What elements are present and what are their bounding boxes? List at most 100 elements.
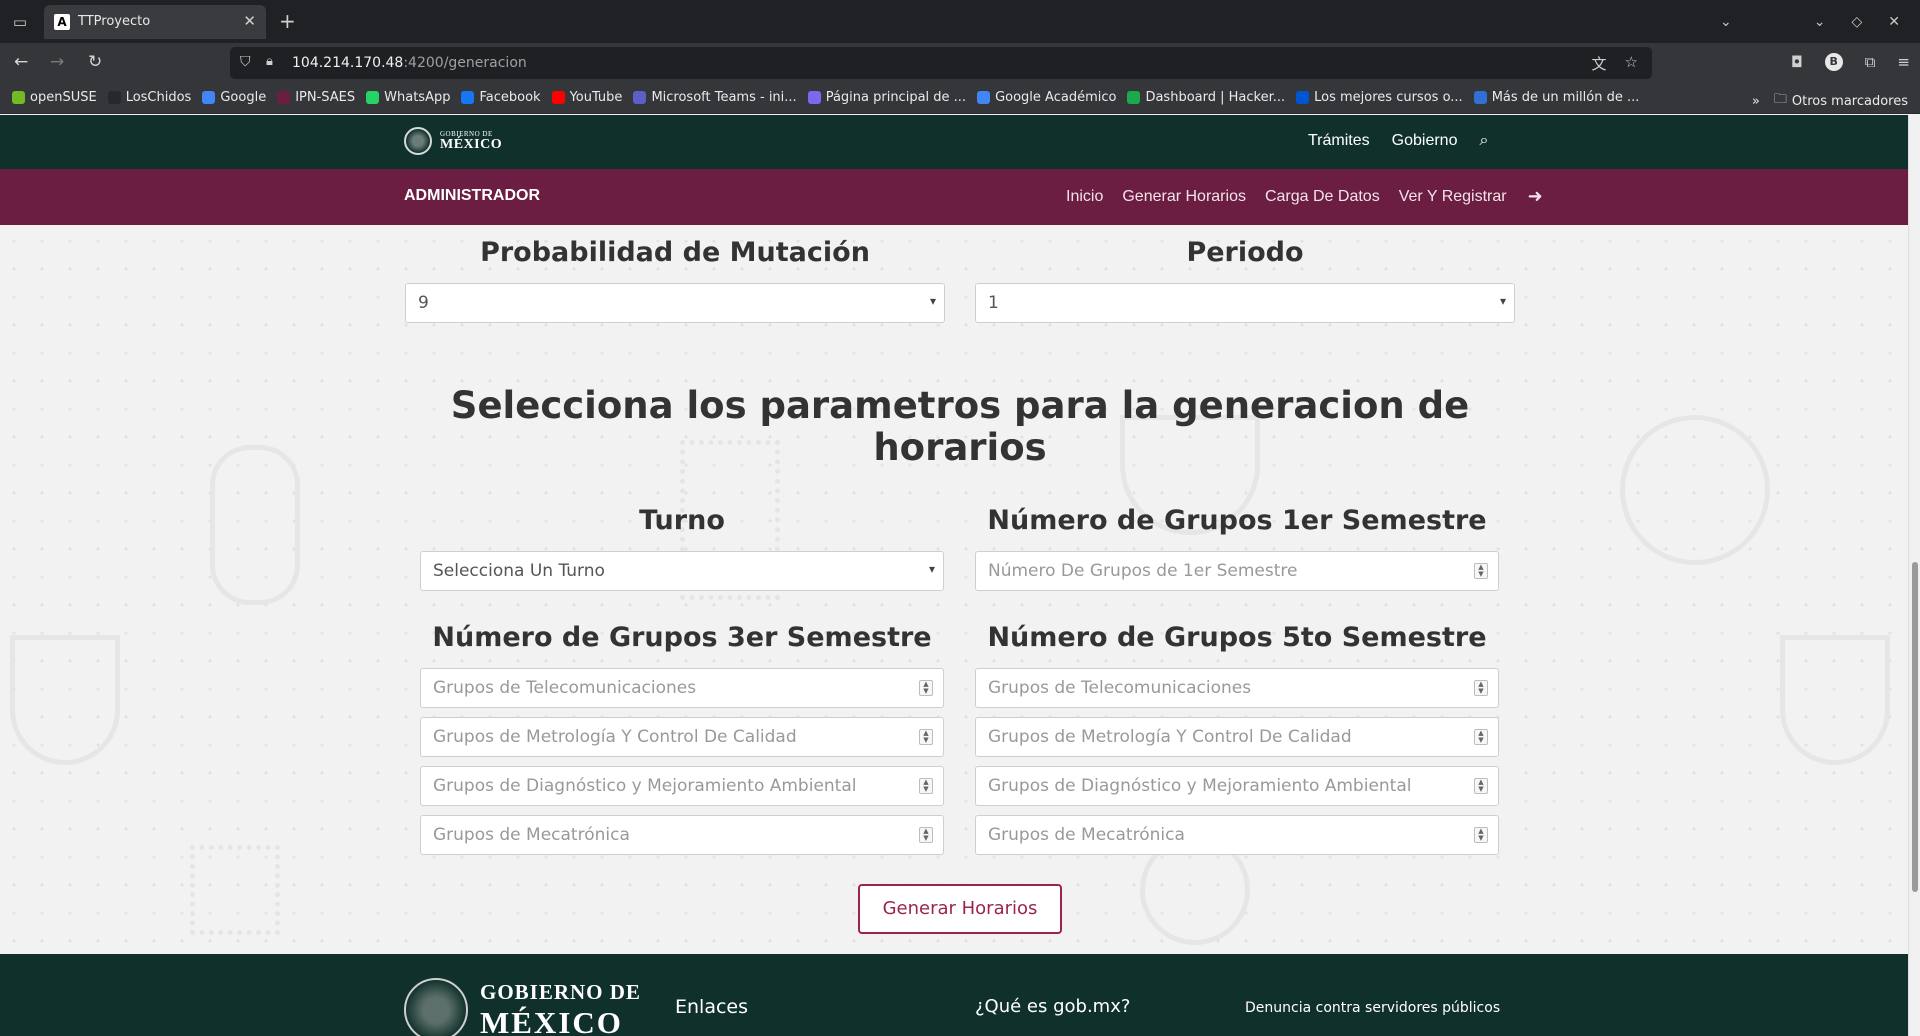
footer-denuncia-link[interactable]: Denuncia contra servidores públicos — [1245, 1000, 1500, 1016]
back-icon[interactable]: ← — [14, 52, 28, 72]
bookmark-item[interactable]: openSUSE — [12, 90, 97, 105]
tab-overflow-chevron-icon[interactable]: ⌄ — [1720, 14, 1732, 30]
close-tab-icon[interactable]: ✕ — [243, 12, 256, 30]
sem5-label: Número de Grupos 5to Semestre — [987, 622, 1487, 653]
nav-inicio[interactable]: Inicio — [1066, 188, 1103, 206]
youtube-icon — [551, 91, 565, 104]
generate-schedules-button[interactable]: Generar Horarios — [858, 884, 1062, 934]
number-spinner-icon[interactable]: ▲ ▼ — [919, 729, 933, 745]
bookmark-item[interactable]: Microsoft Teams - ini... — [633, 90, 797, 105]
bookmark-item[interactable]: Más de un millón de ... — [1473, 90, 1639, 105]
maximize-icon[interactable]: ◇ — [1851, 14, 1862, 30]
folder-icon: 🗀 — [1773, 92, 1787, 107]
bookmarks-right: » 🗀 Otros marcadores — [1752, 90, 1908, 112]
bookmark-label: Microsoft Teams - ini... — [651, 90, 797, 105]
bookmark-star-icon[interactable]: ☆ — [1625, 53, 1638, 74]
reload-icon[interactable]: ↻ — [88, 52, 102, 72]
facebook-icon — [461, 91, 475, 104]
scrollbar-thumb[interactable] — [1912, 562, 1918, 892]
footer-logo-text: GOBIERNO DE MÉXICO — [480, 982, 641, 1036]
bookmark-item[interactable]: YouTube — [551, 90, 622, 105]
bookmark-item[interactable]: LosChidos — [107, 90, 191, 105]
sem1-groups-input[interactable]: Número De Grupos de 1er Semestre ▲ ▼ — [975, 551, 1499, 591]
number-spinner-icon[interactable]: ▲ ▼ — [1474, 778, 1488, 794]
other-bookmarks[interactable]: 🗀 Otros marcadores — [1774, 90, 1908, 112]
page-viewport: GOBIERNO DE MÉXICO Trámites Gobierno ⌕ A… — [0, 115, 1908, 1036]
url-text[interactable]: 104.214.170.48:4200/generacion — [292, 55, 527, 71]
bookmark-item[interactable]: WhatsApp — [366, 90, 450, 105]
sem5-telecom-input[interactable]: Grupos de Telecomunicaciones ▲ ▼ — [975, 668, 1499, 708]
search-icon[interactable]: ⌕ — [1479, 132, 1488, 150]
sem3-mecatronica-input[interactable]: Grupos de Mecatrónica ▲ ▼ — [420, 815, 944, 855]
periodo-value: 1 — [988, 293, 999, 313]
bookmark-item[interactable]: Facebook — [461, 90, 541, 105]
gob-logo[interactable]: GOBIERNO DE MÉXICO — [404, 127, 502, 155]
forward-icon[interactable]: → — [50, 52, 64, 72]
turno-select[interactable]: Selecciona Un Turno ▾ — [420, 551, 944, 591]
input-placeholder: Grupos de Diagnóstico y Mejoramiento Amb… — [433, 776, 857, 796]
translate-icon[interactable]: 文 — [1592, 53, 1607, 74]
shield-icon[interactable]: ⛉ — [240, 54, 251, 70]
bookmark-item[interactable]: Los mejores cursos o... — [1296, 90, 1463, 105]
footer-logo[interactable]: GOBIERNO DE MÉXICO — [404, 978, 641, 1036]
logout-icon[interactable]: ➜ — [1528, 186, 1543, 207]
turno-label: Turno — [639, 505, 725, 536]
nav-ver-registrar[interactable]: Ver Y Registrar — [1399, 188, 1507, 206]
sem3-metrologia-input[interactable]: Grupos de Metrología Y Control De Calida… — [420, 717, 944, 757]
background-decoration — [1780, 635, 1890, 765]
admin-nav-bar: ADMINISTRADOR Inicio Generar Horarios Ca… — [0, 169, 1908, 225]
google-icon — [202, 91, 216, 104]
minimize-icon[interactable]: ⌄ — [1814, 14, 1826, 30]
number-spinner-icon[interactable]: ▲ ▼ — [1474, 827, 1488, 843]
sem5-metrologia-input[interactable]: Grupos de Metrología Y Control De Calida… — [975, 717, 1499, 757]
github-icon — [107, 91, 121, 104]
bookmark-item[interactable]: IPN-SAES — [277, 90, 355, 105]
bookmark-item[interactable]: Dashboard | Hacker... — [1127, 90, 1285, 105]
number-spinner-icon[interactable]: ▲ ▼ — [1474, 680, 1488, 696]
address-bar[interactable]: ⛉ 🔒︎ 104.214.170.48:4200/generacion 文 ☆ — [230, 47, 1652, 79]
footer-que-es-gobmx[interactable]: ¿Qué es gob.mx? — [975, 996, 1130, 1017]
bookmark-label: Google Académico — [995, 90, 1117, 105]
nav-carga-datos[interactable]: Carga De Datos — [1265, 188, 1380, 206]
number-spinner-icon[interactable]: ▲ ▼ — [919, 680, 933, 696]
number-spinner-icon[interactable]: ▲ ▼ — [1474, 729, 1488, 745]
menu-icon[interactable]: ≡ — [1897, 53, 1910, 71]
periodo-select[interactable]: 1 ▾ — [975, 283, 1515, 323]
logo-text: GOBIERNO DE MÉXICO — [440, 130, 502, 152]
bookmarks-overflow-icon[interactable]: » — [1752, 94, 1760, 109]
angular-favicon-icon: A — [54, 14, 70, 30]
browser-tab[interactable]: A TTProyecto ✕ — [44, 5, 266, 39]
opensuse-icon — [12, 91, 25, 104]
tab-list-icon[interactable]: ▭ — [8, 11, 32, 33]
sem1-label: Número de Grupos 1er Semestre — [987, 505, 1487, 536]
lock-icon[interactable]: 🔒︎ — [266, 54, 273, 69]
eagle-seal-icon — [404, 978, 468, 1036]
number-spinner-icon[interactable]: ▲ ▼ — [919, 778, 933, 794]
profile-avatar[interactable]: B — [1824, 53, 1843, 71]
number-spinner-icon[interactable]: ▲ ▼ — [1474, 563, 1488, 579]
extensions-icon[interactable]: ⧉ — [1865, 53, 1876, 71]
sem5-ambiental-input[interactable]: Grupos de Diagnóstico y Mejoramiento Amb… — [975, 766, 1499, 806]
page-scrollbar[interactable] — [1908, 115, 1920, 1036]
toolbar-actions: ◘ B ⧉ ≡ — [1791, 53, 1910, 71]
pocket-icon[interactable]: ◘ — [1791, 53, 1803, 71]
bookmark-item[interactable]: Google Académico — [977, 90, 1116, 105]
coursera-icon — [1296, 91, 1310, 104]
new-tab-icon[interactable]: + — [279, 9, 296, 33]
bookmark-item[interactable]: Google — [202, 90, 266, 105]
tramites-link[interactable]: Trámites — [1308, 132, 1370, 150]
chevron-down-icon: ▾ — [928, 562, 935, 576]
bookmark-label: Google — [220, 90, 267, 105]
sem3-ambiental-input[interactable]: Grupos de Diagnóstico y Mejoramiento Amb… — [420, 766, 944, 806]
browser-navbar: ← → ↻ ⛉ 🔒︎ 104.214.170.48:4200/generacio… — [0, 43, 1920, 84]
sem5-mecatronica-input[interactable]: Grupos de Mecatrónica ▲ ▼ — [975, 815, 1499, 855]
gobierno-link[interactable]: Gobierno — [1392, 132, 1458, 150]
close-window-icon[interactable]: ✕ — [1888, 14, 1900, 30]
sem3-telecom-input[interactable]: Grupos de Telecomunicaciones ▲ ▼ — [420, 668, 944, 708]
nav-generar-horarios[interactable]: Generar Horarios — [1122, 188, 1246, 206]
input-placeholder: Grupos de Diagnóstico y Mejoramiento Amb… — [988, 776, 1412, 796]
bookmark-item[interactable]: Página principal de ... — [807, 90, 966, 105]
number-spinner-icon[interactable]: ▲ ▼ — [919, 827, 933, 843]
mutation-select[interactable]: 9 ▾ — [405, 283, 945, 323]
page-icon — [807, 91, 821, 104]
